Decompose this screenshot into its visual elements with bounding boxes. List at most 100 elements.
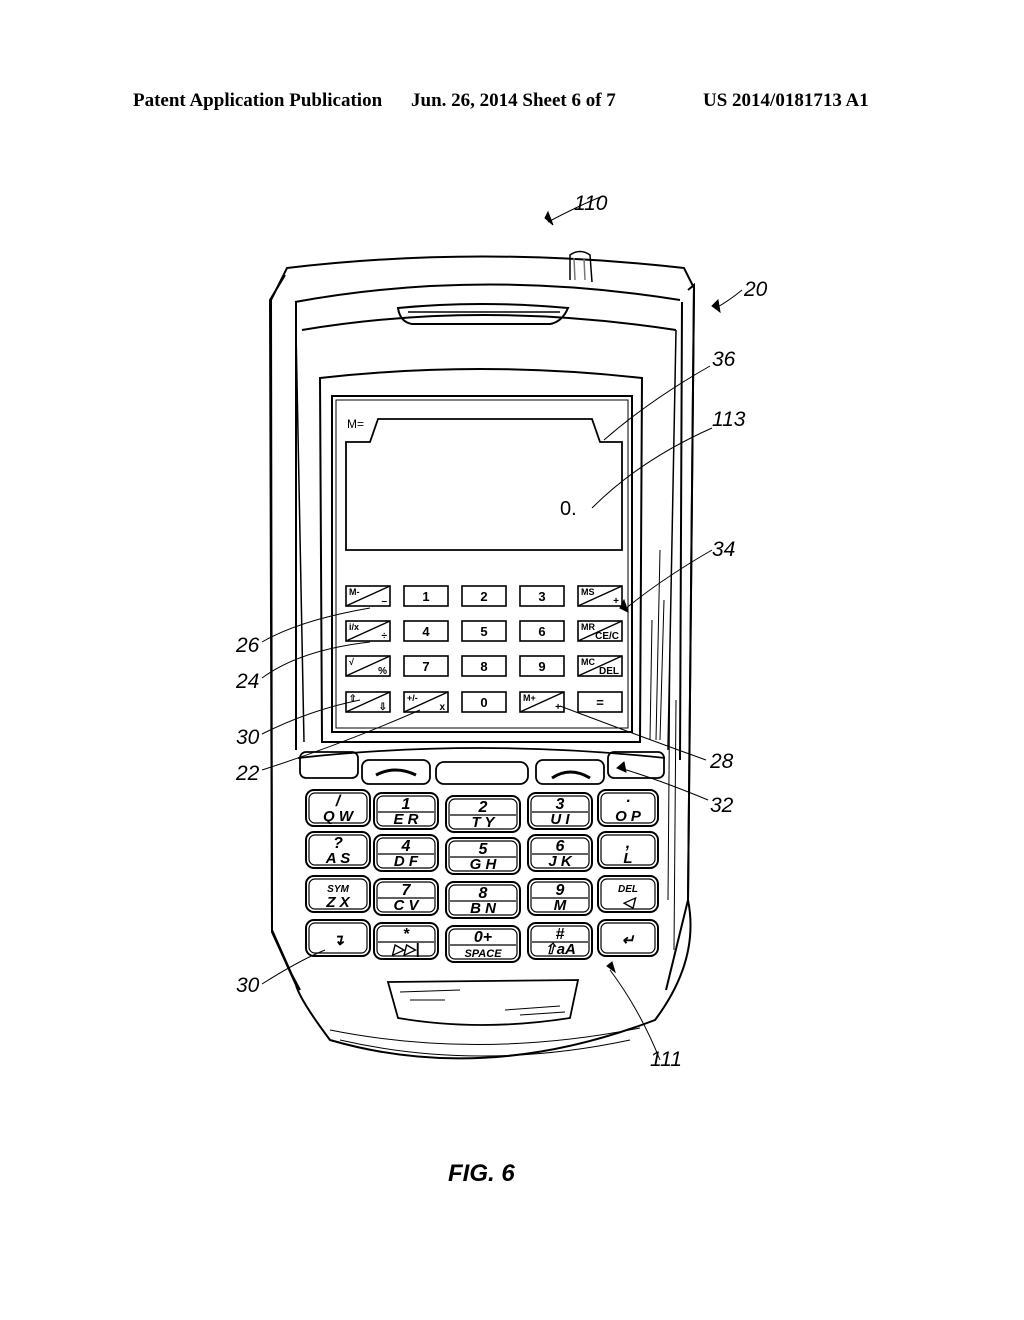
- patent-drawing: M= 0. M-– 1 2 3 MS+i/x÷ 4 5 6 MRCE/C√% 7 8 9 MCDEL⇧⇩…: [235, 192, 768, 1071]
- keyboard-key-sym[interactable]: ↵: [597, 919, 659, 957]
- key-label: 7: [422, 659, 429, 674]
- calc-key-sym[interactable]: +/- x: [403, 691, 449, 713]
- calc-key-4[interactable]: 4: [403, 620, 449, 642]
- key-bottom-label: M: [554, 897, 567, 914]
- calc-key-0[interactable]: 0: [461, 691, 507, 713]
- key-bottom-label: %: [378, 666, 387, 677]
- calc-key-m[interactable]: M+ +: [519, 691, 565, 713]
- key-top-label: i/x: [349, 622, 359, 632]
- key-bottom-label: ↵: [622, 932, 635, 949]
- key-bottom-label: SPACE: [464, 948, 502, 960]
- key-top-label: MS: [581, 587, 595, 597]
- key-bottom-label: CE/C: [595, 631, 619, 642]
- keyboard-key-b-n-8[interactable]: 8B N: [445, 881, 521, 919]
- key-bottom-label: Q W: [323, 808, 355, 825]
- key-bottom-label: D F: [394, 853, 419, 870]
- calc-key-5[interactable]: 5: [461, 620, 507, 642]
- key-bottom-label: ⇩: [379, 702, 387, 713]
- keyboard-key-e-r-1[interactable]: 1E R: [373, 792, 439, 830]
- key-label: 4: [422, 624, 430, 639]
- ref-28: 28: [709, 750, 734, 773]
- key-label: 6: [538, 624, 545, 639]
- keyboard-key-q-w[interactable]: /Q W: [305, 789, 371, 827]
- key-top-label: +/-: [407, 693, 418, 703]
- keyboard-key-m-9[interactable]: 9M: [527, 878, 593, 916]
- calc-key-7[interactable]: 7: [403, 655, 449, 677]
- ref-24: 24: [235, 670, 259, 693]
- ref-34: 34: [712, 538, 735, 561]
- keyboard-key-aa[interactable]: #⇧aA: [527, 922, 593, 960]
- ref-32: 32: [710, 794, 734, 817]
- key-bottom-label: G H: [470, 856, 498, 873]
- display-window: M= 0.: [345, 417, 623, 551]
- key-bottom-label: –: [381, 596, 387, 607]
- calc-key-6[interactable]: 6: [519, 620, 565, 642]
- key-bottom-label: ÷: [382, 631, 388, 642]
- trackball-key[interactable]: [435, 761, 529, 785]
- left-convenience-key[interactable]: [299, 751, 359, 779]
- key-label: 0: [480, 695, 487, 710]
- ref-36: 36: [712, 348, 736, 371]
- key-label: 9: [538, 659, 545, 674]
- key-bottom-label: E R: [393, 811, 418, 828]
- calc-key-mc[interactable]: MC DEL: [577, 655, 623, 677]
- ref-20: 20: [743, 278, 768, 301]
- keyboard-key-g-h-5[interactable]: 5G H: [445, 837, 521, 875]
- key-top-label: M-: [349, 587, 360, 597]
- calculator-keypad: M- – 1 2 3 MS + i/x ÷ 4 5 6 MRCE/C √% 7 8 9 MC DEL ⇧⇩ +/- x 0 M…: [345, 585, 623, 713]
- key-bottom-label: x: [439, 702, 445, 713]
- key-top-label: M+: [523, 693, 536, 703]
- key-label: 2: [480, 589, 487, 604]
- calc-key-sym[interactable]: =: [577, 691, 623, 713]
- key-bottom-label: B N: [470, 900, 497, 917]
- key-bottom-label: U I: [550, 811, 570, 828]
- keyboard-key-l[interactable]: ,L: [597, 831, 659, 869]
- key-label: =: [596, 695, 604, 710]
- ref-22: 22: [235, 762, 260, 785]
- keyboard-key-z-x-sym[interactable]: SYMZ X: [305, 875, 371, 913]
- calc-key-3[interactable]: 3: [519, 585, 565, 607]
- keyboard-key-a-s[interactable]: ?A S: [305, 831, 371, 869]
- key-bottom-label: +: [555, 702, 561, 713]
- side-shading: [649, 549, 677, 951]
- calc-key-9[interactable]: 9: [519, 655, 565, 677]
- key-bottom-label: +: [613, 596, 619, 607]
- figure-caption: FIG. 6: [448, 1160, 515, 1187]
- send-key[interactable]: [361, 759, 431, 785]
- ref-30: 30: [236, 726, 260, 749]
- display-value: 0.: [560, 498, 577, 520]
- keyboard-key-d-f-4[interactable]: 4D F: [373, 834, 439, 872]
- calc-key-8[interactable]: 8: [461, 655, 507, 677]
- key-bottom-label: Z X: [325, 894, 350, 911]
- calc-key-mr[interactable]: MRCE/C: [577, 620, 623, 642]
- call-button-row: [297, 747, 666, 785]
- key-bottom-label: C V: [393, 897, 420, 914]
- key-bottom-label: ↴: [332, 932, 345, 949]
- calc-key-ms[interactable]: MS +: [577, 585, 623, 607]
- earpiece: [396, 303, 570, 325]
- keyboard-key-o-p[interactable]: ·O P: [597, 789, 659, 827]
- keyboard-key-sym[interactable]: *▷▷|: [373, 922, 439, 960]
- calc-key-1[interactable]: 1: [403, 585, 449, 607]
- keyboard-key-j-k-6[interactable]: 6J K: [527, 834, 593, 872]
- phone-answer-icon: [375, 768, 417, 777]
- key-bottom-label: A S: [325, 850, 350, 867]
- keyboard-key-c-v-7[interactable]: 7C V: [373, 878, 439, 916]
- calc-key-2[interactable]: 2: [461, 585, 507, 607]
- calc-key-sym[interactable]: ⇧⇩: [345, 691, 391, 713]
- phone-hangup-icon: [551, 770, 591, 780]
- keyboard-key-del[interactable]: DEL◁: [597, 875, 659, 913]
- keyboard-key-u-i-3[interactable]: 3U I: [527, 792, 593, 830]
- keyboard-key-sym[interactable]: ↴: [305, 919, 371, 957]
- ref-113: 113: [712, 408, 746, 431]
- key-bottom-label: L: [623, 850, 632, 867]
- bottom-grille: [329, 979, 641, 1057]
- key-top-label: √: [349, 657, 354, 667]
- calc-key-sym[interactable]: √%: [345, 655, 391, 677]
- calc-key-m[interactable]: M- –: [345, 585, 391, 607]
- calc-key-i-x[interactable]: i/x ÷: [345, 620, 391, 642]
- ref-111: 111: [650, 1048, 682, 1071]
- keyboard-key-space-0[interactable]: 0+ SPACE: [445, 925, 521, 963]
- key-bottom-label: ▷▷|: [391, 941, 419, 958]
- keyboard-key-t-y-2[interactable]: 2T Y: [445, 795, 521, 833]
